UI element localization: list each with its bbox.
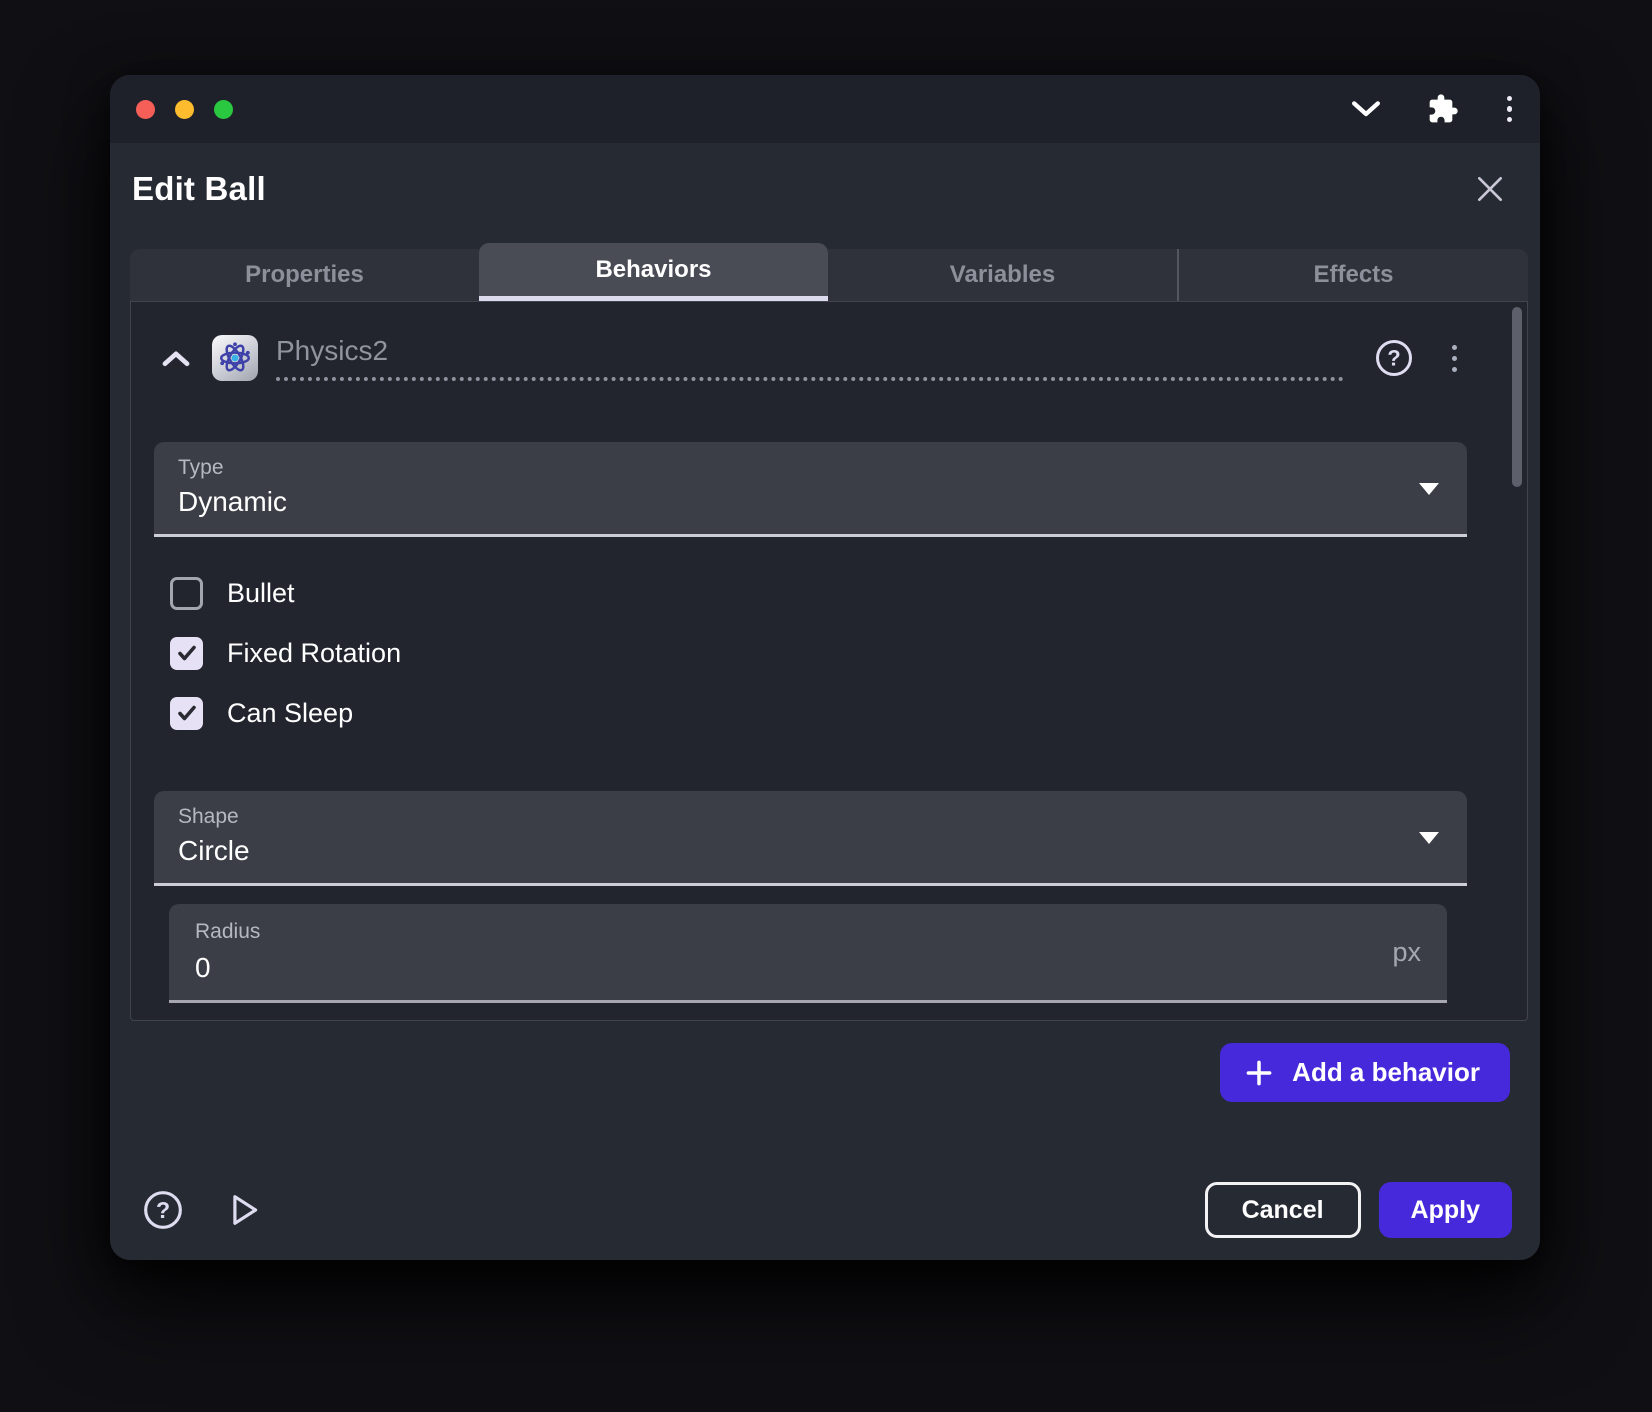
behavior-header: Physics2 ? bbox=[154, 326, 1467, 390]
add-behavior-button[interactable]: Add a behavior bbox=[1220, 1043, 1510, 1102]
extension-puzzle-icon[interactable] bbox=[1427, 93, 1459, 125]
apply-button[interactable]: Apply bbox=[1379, 1182, 1512, 1238]
chevron-down-icon[interactable] bbox=[1351, 100, 1381, 118]
checkbox-row-bullet[interactable]: Bullet bbox=[170, 563, 1467, 623]
bullet-checkbox[interactable] bbox=[170, 577, 203, 610]
zoom-traffic-light[interactable] bbox=[214, 100, 233, 119]
plus-icon bbox=[1244, 1058, 1274, 1088]
page-title: Edit Ball bbox=[132, 170, 266, 208]
tab-properties[interactable]: Properties bbox=[130, 249, 479, 301]
svg-text:?: ? bbox=[1387, 346, 1400, 371]
type-label: Type bbox=[178, 456, 1441, 480]
edit-ball-dialog: Edit Ball Properties Behaviors Variables… bbox=[110, 75, 1540, 1260]
chevron-down-icon bbox=[1419, 483, 1439, 495]
behavior-menu-icon[interactable] bbox=[1448, 341, 1461, 376]
add-behavior-label: Add a behavior bbox=[1292, 1057, 1480, 1088]
radius-value: 0 bbox=[195, 952, 1392, 984]
scrollbar[interactable] bbox=[1512, 307, 1522, 487]
fixed-rotation-checkbox[interactable] bbox=[170, 637, 203, 670]
help-icon[interactable]: ? bbox=[136, 1183, 190, 1237]
behavior-name-field[interactable]: Physics2 bbox=[276, 335, 1344, 381]
collapse-chevron-up-icon[interactable] bbox=[154, 342, 198, 375]
checkbox-row-can-sleep[interactable]: Can Sleep bbox=[170, 683, 1467, 743]
checkbox-label: Fixed Rotation bbox=[227, 638, 401, 669]
flags-group: Bullet Fixed Rotation Can Sleep bbox=[170, 563, 1467, 743]
shape-select[interactable]: Shape Circle bbox=[154, 791, 1467, 886]
traffic-lights bbox=[136, 100, 233, 119]
tab-behaviors[interactable]: Behaviors bbox=[479, 243, 828, 301]
dialog-footer: ? Cancel Apply bbox=[110, 1170, 1540, 1260]
tab-effects[interactable]: Effects bbox=[1177, 249, 1528, 301]
behavior-help-icon[interactable]: ? bbox=[1374, 338, 1414, 378]
behaviors-panel: Physics2 ? Type Dynamic Bullet bbox=[130, 301, 1528, 1021]
titlebar[interactable] bbox=[110, 75, 1540, 143]
atom-icon bbox=[212, 335, 258, 381]
close-icon[interactable] bbox=[1470, 169, 1510, 209]
radius-unit: px bbox=[1392, 937, 1421, 968]
checkbox-row-fixed-rotation[interactable]: Fixed Rotation bbox=[170, 623, 1467, 683]
checkbox-label: Bullet bbox=[227, 578, 295, 609]
shape-label: Shape bbox=[178, 805, 1441, 829]
overflow-menu-icon[interactable] bbox=[1505, 94, 1515, 125]
type-value: Dynamic bbox=[178, 486, 1441, 518]
checkbox-label: Can Sleep bbox=[227, 698, 353, 729]
type-select[interactable]: Type Dynamic bbox=[154, 442, 1467, 537]
shape-value: Circle bbox=[178, 835, 1441, 867]
behavior-name: Physics2 bbox=[276, 335, 388, 366]
play-icon[interactable] bbox=[224, 1187, 266, 1233]
chevron-down-icon bbox=[1419, 832, 1439, 844]
radius-label: Radius bbox=[195, 920, 1392, 944]
can-sleep-checkbox[interactable] bbox=[170, 697, 203, 730]
svg-text:?: ? bbox=[156, 1197, 170, 1223]
cancel-button[interactable]: Cancel bbox=[1205, 1182, 1361, 1238]
close-traffic-light[interactable] bbox=[136, 100, 155, 119]
radius-field[interactable]: Radius 0 px bbox=[169, 904, 1447, 1003]
tab-bar: Properties Behaviors Variables Effects bbox=[130, 243, 1528, 301]
minimize-traffic-light[interactable] bbox=[175, 100, 194, 119]
tab-variables[interactable]: Variables bbox=[828, 249, 1177, 301]
